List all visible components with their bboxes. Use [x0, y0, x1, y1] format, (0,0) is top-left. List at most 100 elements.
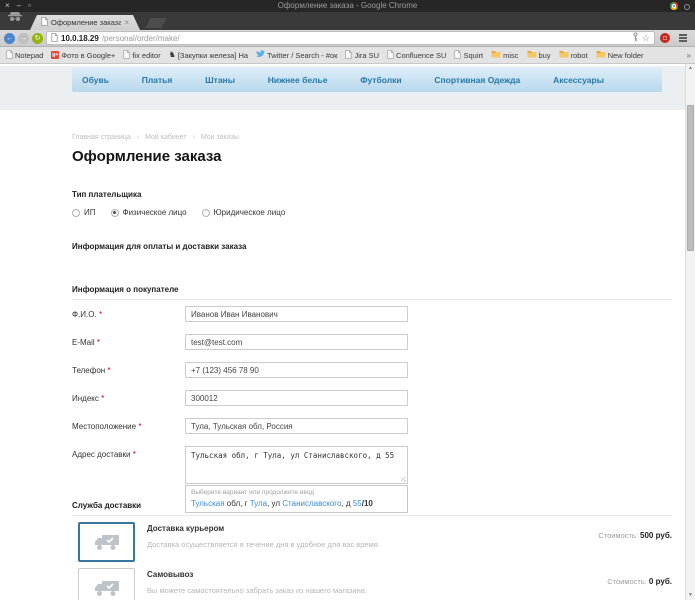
bookmark-folder-new[interactable]: New folder [596, 50, 644, 60]
scrollbar-up-arrow-icon[interactable]: ▲ [686, 64, 695, 73]
truck-icon [94, 534, 120, 551]
url-path: /personal/order/make/ [102, 34, 629, 43]
delivery-option-courier[interactable]: Доставка курьером Доставка осуществляетс… [72, 522, 672, 562]
menu-icon[interactable] [679, 34, 687, 42]
form-row-zip: Индекс * [72, 390, 672, 406]
reload-button[interactable]: ↻ [32, 33, 43, 44]
page-icon [6, 50, 13, 61]
bookmark-folder-robot[interactable]: robot [559, 50, 588, 60]
scrollbar-thumb[interactable] [687, 105, 694, 251]
payer-type-radios: ИП Физическое лицо Юридическое лицо [72, 208, 672, 217]
payer-type-label: Тип плательщика [72, 190, 672, 199]
radio-ip[interactable]: ИП [72, 208, 96, 217]
payment-info-heading: Информация для оплаты и доставки заказа [72, 242, 672, 251]
main-nav: Обувь Платья Штаны Нижнее белье Футболки… [72, 68, 662, 92]
radio-circle-icon[interactable] [202, 209, 210, 217]
buyer-info-heading: Информация о покупателе [72, 285, 672, 294]
breadcrumb-separator: › [137, 134, 139, 141]
form-row-email: E-Mail * [72, 334, 672, 350]
back-button[interactable]: ← [4, 33, 15, 44]
new-tab-button[interactable] [145, 18, 166, 28]
phone-input[interactable] [185, 362, 408, 378]
browser-window: × – ▫ Оформление заказа - Google Chrome … [0, 0, 695, 600]
delivery-courier-box[interactable] [78, 522, 135, 562]
gplus-icon: g+ [51, 51, 59, 59]
address-bar[interactable]: 10.0.18.29/personal/order/make/ ☆ [46, 31, 655, 45]
nav-item-tshirts[interactable]: Футболки [360, 75, 401, 85]
page-content: Главная страница › Мой кабинет › Мои зак… [72, 110, 672, 600]
tab-close-button[interactable]: × [124, 18, 129, 27]
bookmark-star-icon[interactable]: ☆ [642, 33, 650, 43]
radio-circle-icon[interactable] [111, 209, 119, 217]
nav-item-underwear[interactable]: Нижнее белье [268, 75, 328, 85]
titlebar-dot-icon [684, 4, 690, 10]
zip-input[interactable] [185, 390, 408, 406]
location-input[interactable] [185, 418, 408, 434]
bookmark-folder-misc[interactable]: misc [491, 50, 518, 60]
radio-circle-icon[interactable] [72, 209, 80, 217]
chrome-logo-icon [670, 2, 678, 10]
browser-toolbar: ← → ↻ 10.0.18.29/personal/order/make/ ☆ [0, 30, 695, 47]
bookmark-jira[interactable]: Jira SU [345, 50, 379, 61]
nav-item-sportswear[interactable]: Спортивная Одежда [434, 75, 520, 85]
radio-legal-entity[interactable]: Юридическое лицо [202, 208, 286, 217]
bookmark-squirt[interactable]: Squirt [454, 50, 483, 61]
section-divider [72, 299, 672, 300]
folder-icon [491, 50, 501, 60]
form-row-location: Местоположение * [72, 418, 672, 434]
breadcrumb-orders[interactable]: Мои заказы [201, 134, 239, 141]
breadcrumb: Главная страница › Мой кабинет › Мои зак… [72, 134, 672, 141]
page-icon [345, 50, 352, 61]
address-suggest-dropdown: Выберите вариант или продолжите ввод Тул… [185, 485, 408, 513]
breadcrumb-cabinet[interactable]: Мой кабинет [145, 134, 186, 141]
site-header: Обувь Платья Штаны Нижнее белье Футболки… [0, 66, 695, 110]
radio-individual[interactable]: Физическое лицо [111, 208, 187, 217]
form-row-fio: Ф.И.О. * [72, 306, 672, 322]
page-icon [51, 33, 58, 44]
bookmarks-bar: Notepad g+ Фото в Google+ fix editor ♞ [… [0, 47, 695, 64]
active-tab[interactable]: Оформление заказа × [30, 15, 140, 30]
suggest-item[interactable]: Тульская обл, г Тула, ул Станиславского,… [191, 499, 402, 508]
fio-input[interactable] [185, 306, 408, 322]
bookmark-zakupki[interactable]: ♞ [Закупки железа] На [169, 51, 248, 60]
delivery-pickup-cost: Стоимость: 0 руб. [607, 568, 672, 586]
nav-item-shoes[interactable]: Обувь [82, 75, 109, 85]
page-icon [123, 50, 130, 61]
delivery-courier-cost: Стоимость: 500 руб. [598, 522, 672, 540]
breadcrumb-home[interactable]: Главная страница [72, 134, 131, 141]
delivery-courier-description: Доставка осуществляется в течение дня в … [147, 540, 467, 549]
window-title: Оформление заказа - Google Chrome [0, 0, 695, 12]
delivery-pickup-title: Самовывоз [147, 568, 467, 579]
bookmark-fix-editor[interactable]: fix editor [123, 50, 160, 61]
bookmark-twitter[interactable]: Twitter / Search - #ок [256, 50, 337, 60]
page-icon [387, 50, 394, 61]
scrollbar-down-arrow-icon[interactable]: ▼ [686, 591, 695, 600]
delivery-option-pickup[interactable]: Самовывоз Вы можете самостоятельно забра… [72, 568, 672, 600]
bookmark-confluence[interactable]: Confluence SU [387, 50, 446, 61]
key-icon[interactable] [632, 32, 639, 44]
email-input[interactable] [185, 334, 408, 350]
address-textarea[interactable]: Тульская обл, г Тула, ул Станиславского,… [185, 446, 408, 484]
bookmark-notepad[interactable]: Notepad [6, 50, 43, 61]
extension-record-icon[interactable] [660, 33, 670, 43]
form-row-address: Адрес доставки * Тульская обл, г Тула, у… [72, 446, 672, 484]
bookmarks-overflow-chevron[interactable]: » [687, 51, 691, 60]
resize-grip-icon[interactable] [401, 477, 406, 482]
knight-icon: ♞ [169, 51, 176, 59]
window-titlebar: × – ▫ Оформление заказа - Google Chrome [0, 0, 695, 12]
nav-item-pants[interactable]: Штаны [205, 75, 235, 85]
delivery-pickup-box[interactable] [78, 568, 135, 600]
forward-button[interactable]: → [18, 33, 29, 44]
bookmark-folder-buy[interactable]: buy [527, 50, 551, 60]
truck-icon [94, 580, 120, 597]
page-title: Оформление заказа [72, 148, 672, 165]
nav-item-dresses[interactable]: Платья [142, 75, 173, 85]
suggest-hint: Выберите вариант или продолжите ввод [191, 489, 402, 496]
nav-item-accessories[interactable]: Аксессуары [553, 75, 604, 85]
vertical-scrollbar[interactable]: ▲ ▼ [685, 64, 695, 600]
bookmark-google-plus[interactable]: g+ Фото в Google+ [51, 51, 115, 60]
folder-icon [527, 50, 537, 60]
folder-icon [596, 50, 606, 60]
breadcrumb-separator: › [193, 134, 195, 141]
url-host: 10.0.18.29 [61, 34, 99, 43]
